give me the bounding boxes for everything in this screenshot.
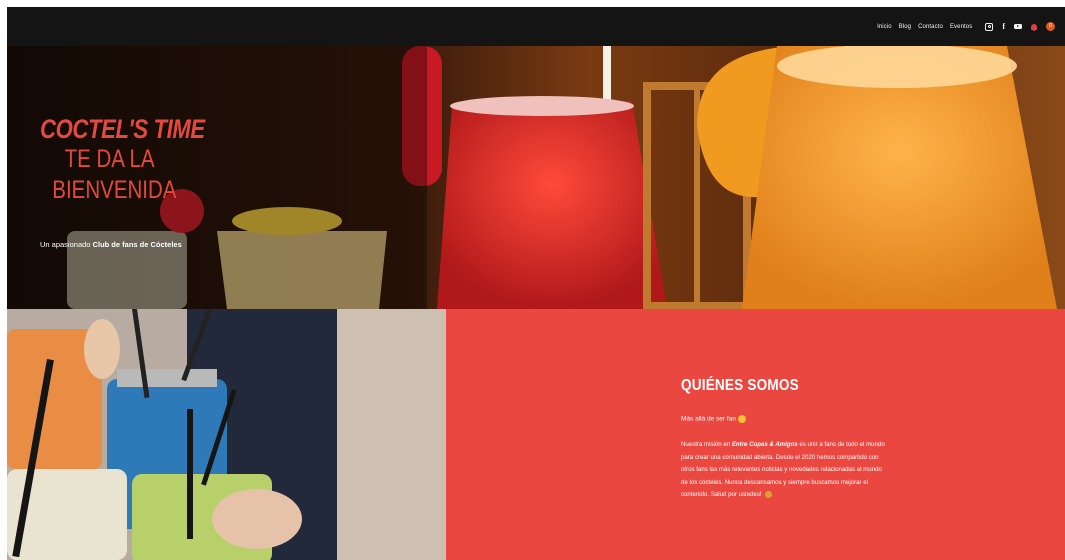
- hero-title-line2: TE DA LA: [64, 145, 155, 173]
- about-body-pre: Nuestra misión en: [681, 441, 731, 448]
- hero-subtitle-text: Un apasionado: [40, 240, 91, 249]
- about-body-brand: Entre Copas & Amigos: [731, 441, 798, 448]
- main-nav: Inicio Blog Contacto Eventos: [877, 24, 972, 30]
- hero-title-line1: COCTEL'S TIME: [40, 114, 205, 144]
- about-lead-text: Más allá de ser fan: [681, 415, 736, 423]
- toast-photo: [7, 309, 446, 560]
- about-lead: Más allá de ser fan: [681, 415, 886, 423]
- about-section: QUIÉNES SOMOS Más allá de ser fan Nuestr…: [446, 309, 1065, 560]
- facebook-icon[interactable]: f: [1002, 22, 1005, 31]
- hero-subtitle-bold: Club de fans de Cócteles: [92, 240, 182, 249]
- friends-toast-image: [7, 309, 446, 560]
- top-navigation-bar: Inicio Blog Contacto Eventos f 0: [7, 7, 1065, 46]
- instagram-icon[interactable]: [985, 22, 994, 31]
- social-icons: f 0: [985, 22, 1055, 32]
- sunglasses-emoji-icon: [737, 415, 746, 423]
- nav-eventos[interactable]: Eventos: [950, 24, 972, 30]
- about-body: Nuestra misión en Entre Copas & Amigos e…: [681, 439, 886, 502]
- cheers-emoji-icon: [765, 490, 773, 498]
- hero-subtitle: Un apasionado Club de fans de Cócteles: [40, 240, 182, 249]
- nav-contacto[interactable]: Contacto: [918, 24, 943, 30]
- notification-badge[interactable]: 0: [1046, 22, 1055, 31]
- nav-inicio[interactable]: Inicio: [877, 24, 892, 30]
- nav-blog[interactable]: Blog: [899, 24, 911, 30]
- hero-banner: COCTEL'S TIME TE DA LA BIENVENIDA Un apa…: [7, 46, 1065, 309]
- bell-icon[interactable]: [1031, 23, 1037, 32]
- hero-title-line3: BIENVENIDA: [52, 176, 177, 204]
- about-content: QUIÉNES SOMOS Más allá de ser fan Nuestr…: [681, 377, 886, 502]
- about-title: QUIÉNES SOMOS: [681, 377, 799, 394]
- hero-title: COCTEL'S TIME TE DA LA BIENVENIDA: [40, 114, 210, 206]
- youtube-icon[interactable]: [1014, 24, 1022, 29]
- page-frame: Inicio Blog Contacto Eventos f 0 COCTEL'…: [7, 7, 1065, 560]
- about-body-post: es unir a fans de todo el mundo para cre…: [681, 441, 885, 498]
